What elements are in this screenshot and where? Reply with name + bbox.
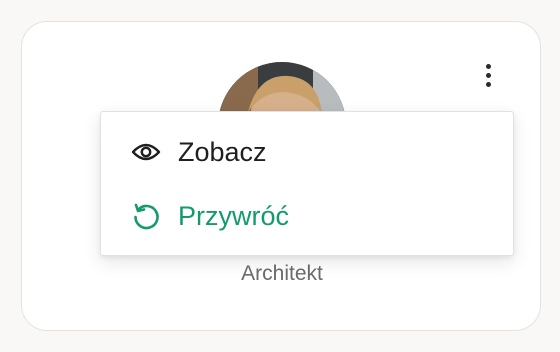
- more-options-icon[interactable]: [474, 58, 502, 92]
- menu-item-label: Zobacz: [178, 136, 267, 167]
- restore-icon: [130, 200, 162, 232]
- menu-item-view[interactable]: Zobacz: [101, 120, 513, 184]
- kebab-dot: [485, 81, 491, 87]
- eye-icon: [130, 136, 162, 168]
- menu-item-restore[interactable]: Przywróć: [101, 184, 513, 248]
- context-menu: Zobacz Przywróć: [100, 111, 514, 256]
- kebab-dot: [485, 63, 491, 69]
- role-label: Architekt: [241, 262, 323, 285]
- kebab-dot: [485, 72, 491, 78]
- menu-item-label: Przywróć: [178, 200, 290, 231]
